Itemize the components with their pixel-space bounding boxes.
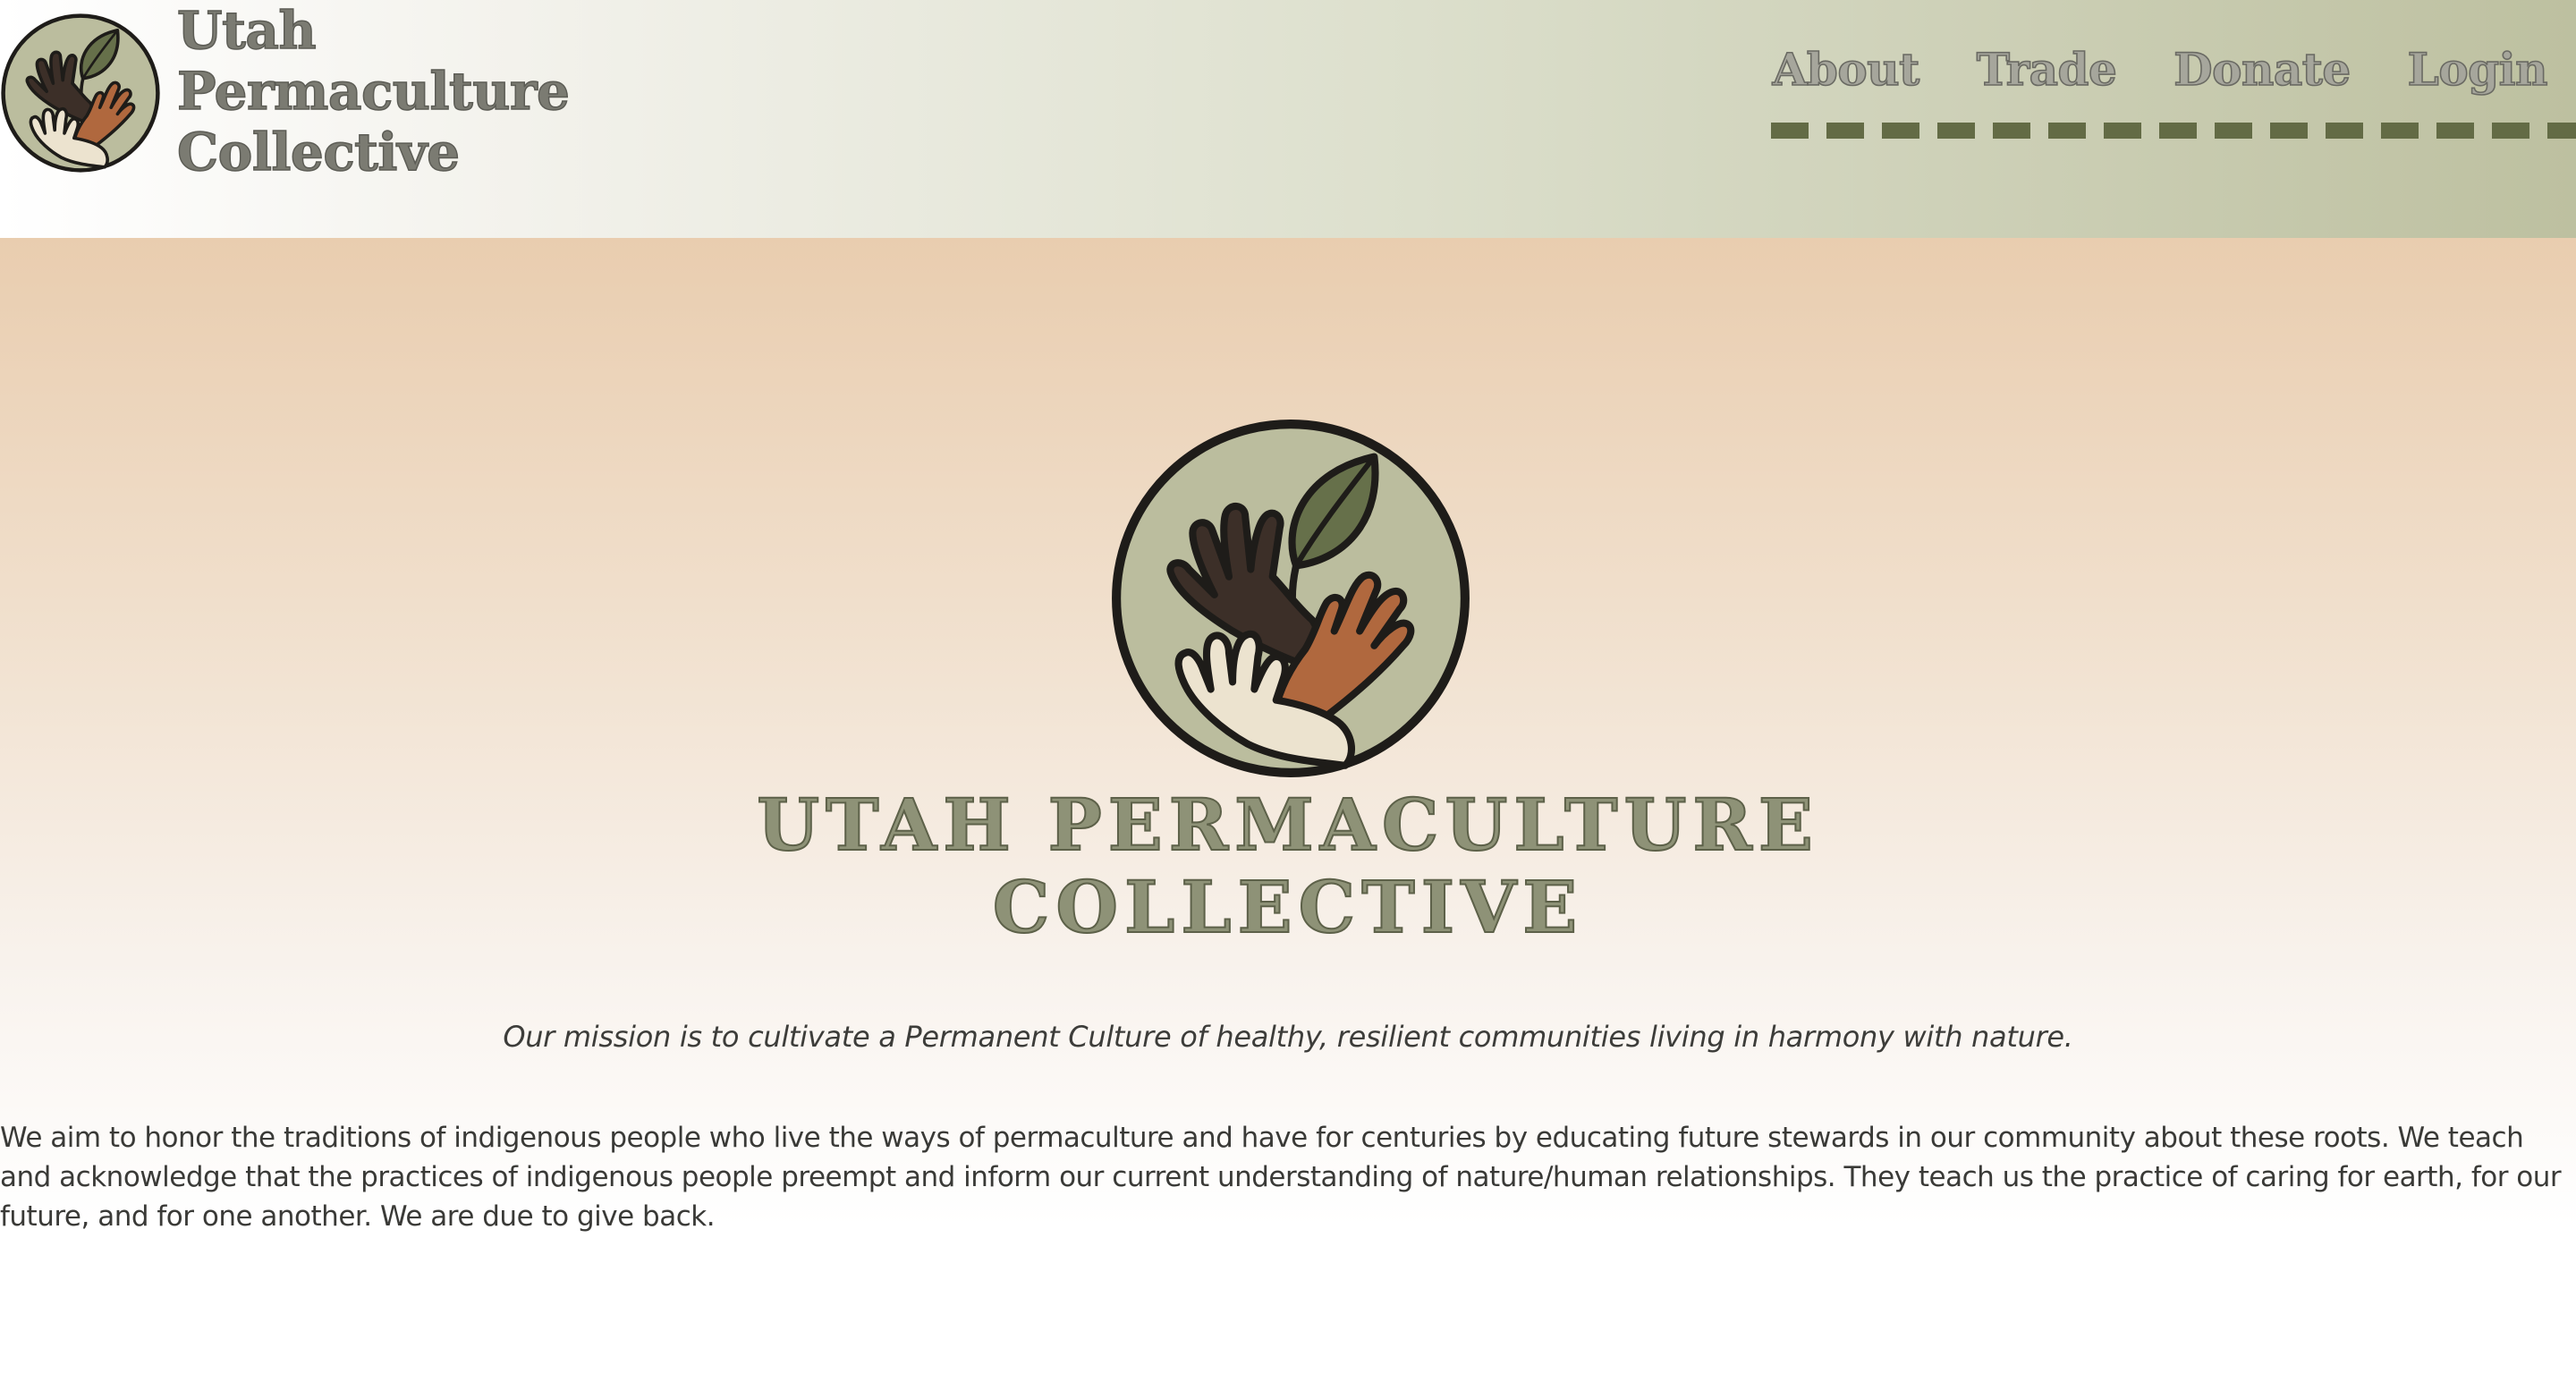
hero-title-line-1: UTAH PERMACULTURE (756, 783, 1819, 867)
mission-statement: Our mission is to cultivate a Permanent … (503, 1020, 2073, 1054)
hero-title-line-2: COLLECTIVE (992, 865, 1584, 949)
nav-donate-link[interactable]: Donate (2173, 42, 2351, 97)
hero-title: UTAH PERMACULTURE COLLECTIVE (0, 783, 2576, 949)
hands-holding-leaf-icon (1109, 417, 1472, 780)
brand-name[interactable]: Utah Permaculture Collective (176, 0, 589, 183)
nav-about-link[interactable]: About (1772, 42, 1920, 97)
brand-name-line-3: Collective (176, 121, 461, 183)
nav-login-link[interactable]: Login (2407, 42, 2548, 97)
main-content: UTAH PERMACULTURE COLLECTIVE Our mission… (0, 238, 2576, 1399)
brand-name-line-2: Permaculture (176, 60, 570, 123)
about-paragraph: We aim to honor the traditions of indige… (0, 1122, 2562, 1233)
site-header: Utah Permaculture Collective About Trade… (0, 0, 2576, 238)
hands-leaf-logo-icon[interactable] (0, 13, 161, 174)
main-nav: About Trade Donate Login (1716, 42, 2548, 97)
brand-name-line-1: Utah (176, 0, 317, 62)
nav-dashed-divider (1771, 123, 2576, 139)
nav-trade-link[interactable]: Trade (1976, 42, 2118, 97)
